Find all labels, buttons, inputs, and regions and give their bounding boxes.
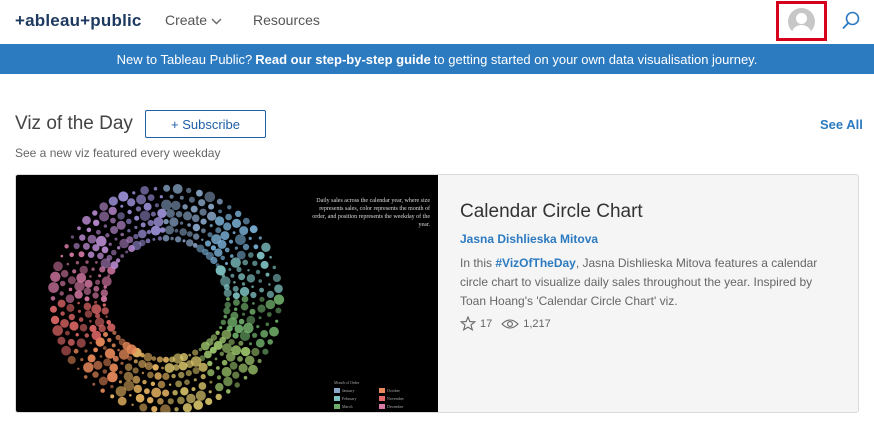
views-stat: 1,217: [501, 318, 551, 330]
section-subtitle: See a new viz featured every weekday: [15, 146, 221, 160]
user-avatar-button[interactable]: [776, 1, 827, 41]
viz-stats: 17 1,217: [460, 316, 560, 331]
viz-title[interactable]: Calendar Circle Chart: [460, 201, 643, 223]
banner-tail: to getting started on your own data visu…: [433, 51, 758, 67]
legend-swatch: [379, 396, 385, 401]
legend-label: October: [387, 388, 400, 393]
banner-lead: New to Tableau Public?: [116, 51, 253, 67]
legend-item: December: [379, 404, 424, 409]
user-avatar-icon: [788, 7, 815, 35]
search-icon[interactable]: [840, 10, 862, 32]
section-title: Viz of the Day: [15, 113, 133, 134]
legend-label: January: [342, 388, 355, 393]
banner-guide-link[interactable]: Read our step-by-step guide: [255, 52, 431, 67]
viz-of-the-day-card: Daily sales across the calendar year, wh…: [15, 174, 859, 413]
nav-resources-link[interactable]: Resources: [253, 12, 320, 28]
legend-item: March: [334, 404, 379, 409]
legend-label: February: [342, 396, 357, 401]
legend-item: February: [334, 396, 379, 401]
star-icon: [460, 316, 476, 331]
vizoftheday-hashtag-link[interactable]: #VizOfTheDay: [495, 256, 575, 270]
legend-item: January: [334, 388, 379, 393]
views-count: 1,217: [523, 317, 551, 330]
legend-item: November: [379, 396, 424, 401]
card-body: Calendar Circle Chart Jasna Dishlieska M…: [459, 175, 854, 412]
legend-swatch: [334, 404, 340, 409]
thumbnail-legend: Month of Order January October February Nov…: [334, 380, 424, 409]
thumbnail-description: Daily sales across the calendar year, wh…: [312, 198, 430, 228]
viz-author-link[interactable]: Jasna Dishlieska Mitova: [460, 232, 598, 246]
logo-text: +ableau+public: [15, 11, 142, 30]
legend-swatch: [334, 388, 340, 393]
top-navigation: +ableau+public Create Resources: [0, 0, 874, 44]
legend-swatch: [334, 396, 340, 401]
legend-label: March: [342, 404, 353, 409]
favorites-count: 17: [480, 317, 493, 330]
eye-icon: [501, 318, 520, 329]
see-all-link[interactable]: See All: [820, 117, 863, 132]
viz-description: In this #VizOfTheDay, Jasna Dishlieska M…: [460, 254, 822, 311]
nav-create-label: Create: [165, 12, 208, 28]
legend-swatch: [379, 388, 385, 393]
desc-prefix: In this: [460, 256, 493, 270]
getting-started-banner: New to Tableau Public? Read our step-by-…: [0, 44, 874, 74]
chevron-down-icon: [211, 18, 222, 24]
favorites-stat[interactable]: 17: [460, 316, 492, 331]
legend-item: October: [379, 388, 424, 393]
legend-label: December: [387, 404, 404, 409]
viz-thumbnail[interactable]: Daily sales across the calendar year, wh…: [16, 175, 438, 412]
nav-create-menu[interactable]: Create: [165, 12, 222, 28]
legend-title: Month of Order: [334, 380, 360, 385]
legend-label: November: [387, 396, 404, 401]
subscribe-button[interactable]: + Subscribe: [145, 110, 266, 138]
legend-swatch: [379, 404, 385, 409]
tableau-public-logo[interactable]: +ableau+public: [15, 10, 143, 32]
